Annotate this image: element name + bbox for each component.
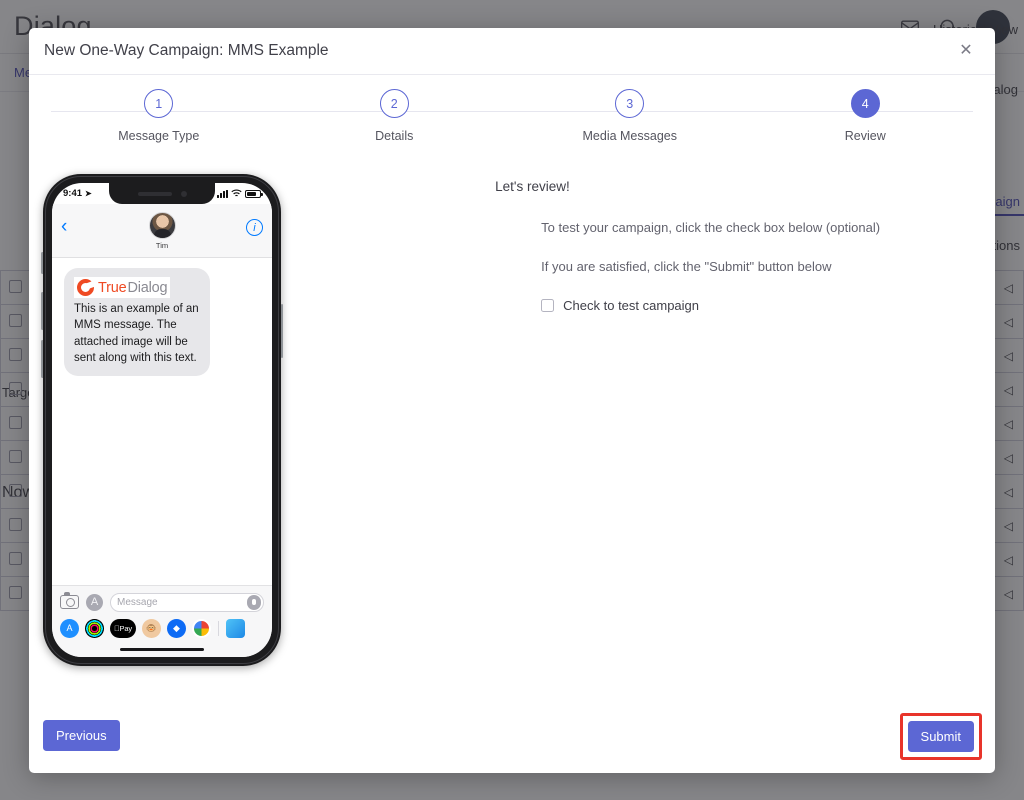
submit-button-highlight: Submit [899,713,982,760]
test-campaign-checkbox[interactable] [541,299,555,312]
battery-icon [245,189,263,198]
status-indicators [217,189,263,198]
app-store-icon[interactable]: A [60,618,79,638]
step-number-badge: 1 [144,89,174,118]
chat-contact[interactable]: Tim [148,211,176,250]
step-number-badge: 2 [379,89,409,118]
review-instruction-line-1: To test your campaign, click the check b… [541,220,881,235]
imessage-composer-area: A Message A Pay 🐵 [52,584,272,657]
test-campaign-label: Check to test campaign [563,298,700,313]
test-campaign-row: Check to test campaign [541,298,983,313]
modal-header: New One-Way Campaign: MMS Example ✕ [29,28,995,75]
step-label: Review [844,129,886,143]
info-icon[interactable]: i [246,219,263,236]
front-camera-icon [180,190,187,197]
review-heading: Let's review! [495,179,570,194]
message-input[interactable]: Message [110,592,264,612]
truedialog-ring-logo: True Dialog [74,277,171,298]
review-column: Let's review! To test your campaign, cli… [493,167,983,713]
chat-contact-name: Tim [155,240,169,250]
wifi-icon [231,189,242,197]
modal-body: 9:41 ➤ ‹ Tim i True Dialog This is an ex… [29,161,995,713]
chevron-left-icon[interactable]: ‹ [61,217,67,236]
apple-pay-icon[interactable]: Pay [110,618,136,638]
avatar [148,211,176,239]
logo-text-true: True [98,279,127,296]
step-number-badge: 3 [615,89,645,118]
chat-message-list: True Dialog This is an example of an MMS… [52,258,272,549]
step-label: Media Messages [582,129,678,143]
phone-screen: 9:41 ➤ ‹ Tim i True Dialog This is an ex… [52,183,272,657]
step-number-badge: 4 [850,89,880,118]
step-details[interactable]: 2 Details [277,89,513,161]
dropbox-icon[interactable]: ◆ [167,618,186,638]
logo-ring-mark [77,279,94,296]
blue-app-icon[interactable] [226,618,245,638]
app-store-icon[interactable]: A [86,593,103,611]
imessage-nav-bar: ‹ Tim i [52,204,272,258]
message-input-placeholder: Message [117,596,158,608]
message-composer: A Message [60,592,264,612]
home-indicator [120,647,204,651]
location-arrow-icon: ➤ [85,189,92,198]
logo-text-dialog: Dialog [127,279,168,296]
mms-message-text: This is an example of an MMS message. Th… [74,303,199,364]
step-label: Message Type [118,129,200,143]
phone-frame: 9:41 ➤ ‹ Tim i True Dialog This is an ex… [43,174,281,666]
step-review[interactable]: 4 Review [748,89,984,161]
modal-footer: Previous Submit [29,713,995,773]
close-icon[interactable]: ✕ [955,40,977,62]
page-title: New One-Way Campaign: MMS Example [44,42,329,59]
imessage-app-drawer: A Pay 🐵 ◆ [60,612,264,644]
status-time-group: 9:41 ➤ [63,188,92,199]
cellular-signal-icon [217,189,228,198]
step-message-type[interactable]: 1 Message Type [41,89,277,161]
memoji-icon[interactable]: 🐵 [142,618,161,638]
microphone-icon[interactable] [246,595,261,610]
phone-notch [109,183,215,204]
wizard-stepper: 1 Message Type 2 Details 3 Media Message… [41,89,983,161]
new-campaign-modal: New One-Way Campaign: MMS Example ✕ 1 Me… [29,28,995,773]
apple-pay-label: Pay [116,623,133,633]
previous-button[interactable]: Previous [43,720,120,751]
step-media-messages[interactable]: 3 Media Messages [512,89,748,161]
step-label: Details [375,129,414,143]
submit-button[interactable]: Submit [907,721,974,752]
phone-mockup: 9:41 ➤ ‹ Tim i True Dialog This is an ex… [41,174,283,666]
app-drawer-divider [218,620,219,636]
fitness-rings-icon[interactable] [85,618,104,638]
mms-message-bubble: True Dialog This is an example of an MMS… [64,268,210,377]
status-time: 9:41 [63,188,83,199]
google-photos-icon[interactable] [192,618,211,638]
camera-icon[interactable] [60,592,79,609]
earpiece-speaker [137,191,172,196]
phone-preview-column: 9:41 ➤ ‹ Tim i True Dialog This is an ex… [41,167,493,713]
review-instruction-line-2: If you are satisfied, click the "Submit"… [541,259,832,274]
